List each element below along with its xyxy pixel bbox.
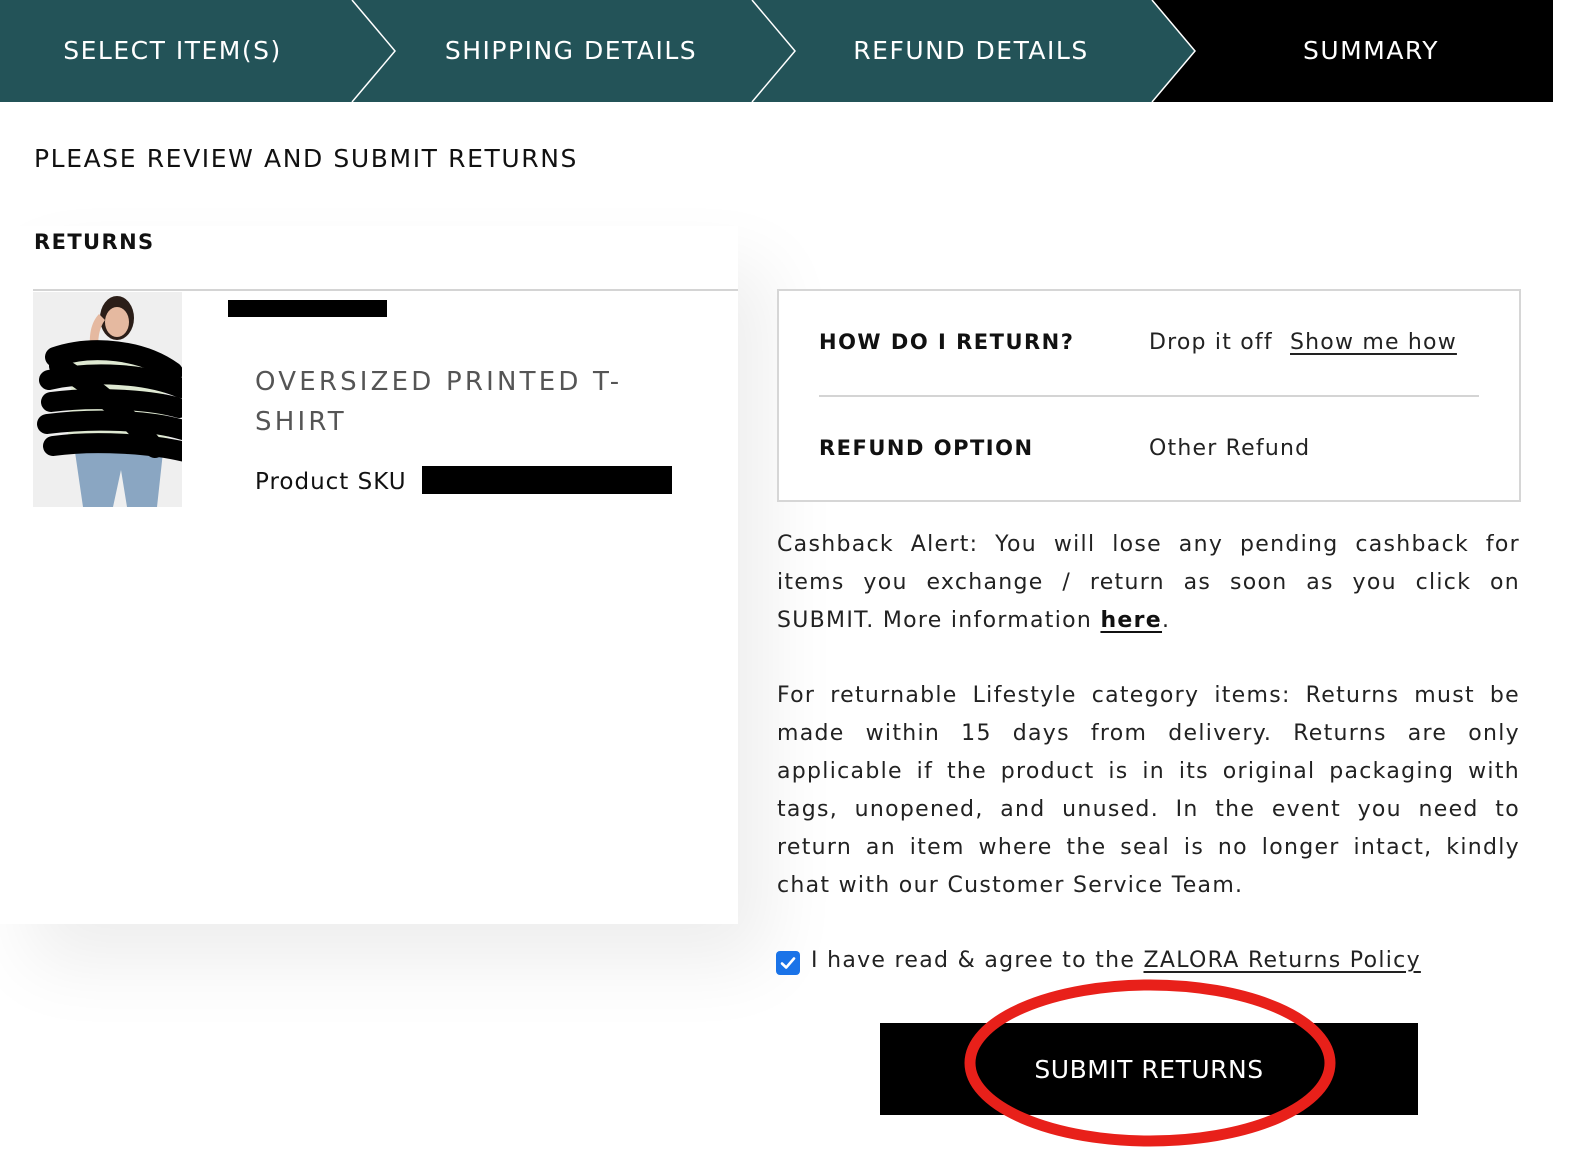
product-image [33,292,182,507]
product-name: OVERSIZED PRINTED T-SHIRT [255,367,623,437]
product-photo-placeholder [33,292,182,507]
summary-divider [819,395,1479,397]
lifestyle-return-notice: For returnable Lifestyle category items:… [777,683,1520,898]
submit-returns-button[interactable]: SUBMIT RETURNS [880,1023,1418,1115]
product-sku-label: Product SKU [255,469,407,495]
agree-label: I have read & agree to the ZALORA Return… [811,948,1421,973]
agree-text: I have read & agree to the [811,948,1144,973]
refund-option-value: Other Refund [1149,436,1311,461]
page-title: PLEASE REVIEW AND SUBMIT RETURNS [34,144,578,173]
how-return-label: HOW DO I RETURN? [819,330,1075,354]
product-sku-redacted [422,466,672,494]
returns-heading: RETURNS [34,230,155,254]
step-select-items[interactable]: SELECT ITEM(S) [0,0,345,102]
step-refund-details[interactable]: REFUND DETAILS [795,0,1147,102]
brand-name-redacted [228,300,387,317]
progress-stepper: SELECT ITEM(S) SHIPPING DETAILS REFUND D… [0,0,1553,102]
step-summary: SUMMARY [1303,36,1439,65]
checkmark-icon [780,957,796,969]
step-shipping-details[interactable]: SHIPPING DETAILS [395,0,747,102]
returns-divider [33,289,738,291]
agree-checkbox[interactable] [776,951,800,975]
cashback-alert: Cashback Alert: You will lose any pendin… [777,532,1520,633]
show-me-how-link[interactable]: Show me how [1290,330,1457,355]
returns-policy-link[interactable]: ZALORA Returns Policy [1144,948,1421,973]
how-return-value: Drop it off [1149,330,1273,355]
refund-option-label: REFUND OPTION [819,436,1034,460]
cashback-info-link[interactable]: here [1100,608,1162,633]
